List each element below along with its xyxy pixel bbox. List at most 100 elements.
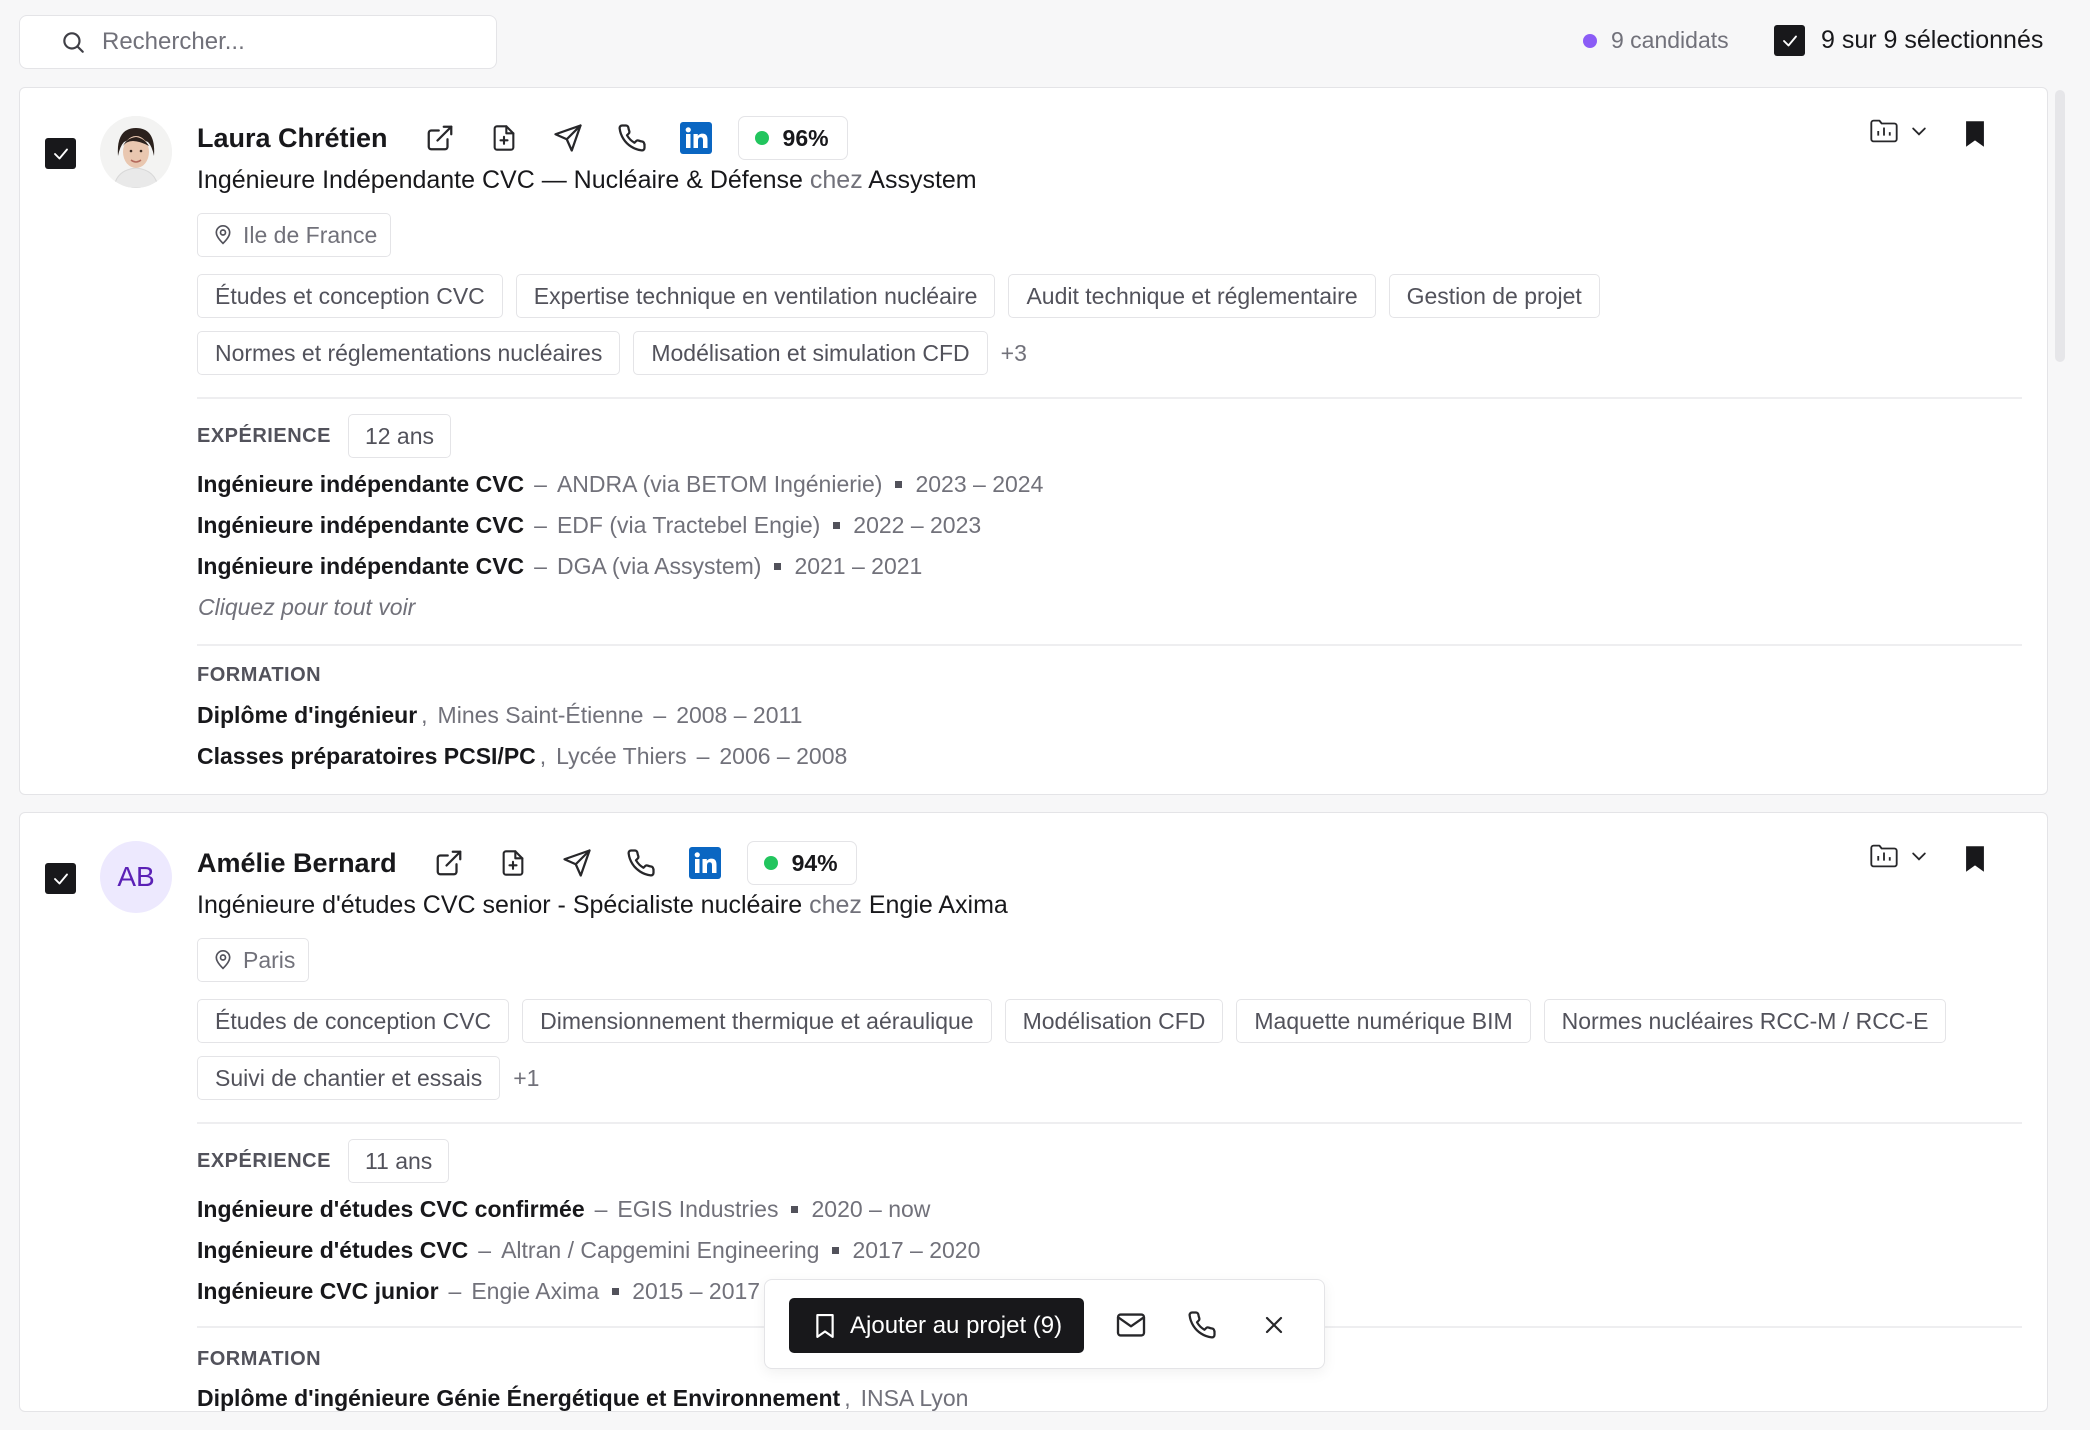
education-degree: Classes préparatoires PCSI/PC bbox=[197, 743, 536, 769]
candidate-checkbox[interactable] bbox=[45, 138, 76, 169]
experience-period: 2015 – 2017 bbox=[632, 1278, 761, 1304]
send-icon[interactable] bbox=[545, 843, 609, 883]
more-skills[interactable]: +1 bbox=[513, 1056, 539, 1100]
skill-tag: Normes nucléaires RCC-M / RCC-E bbox=[1543, 999, 1947, 1043]
external-link-icon[interactable] bbox=[417, 843, 481, 883]
education-period: 2006 – 2008 bbox=[719, 743, 848, 769]
skill-tag: Gestion de projet bbox=[1388, 274, 1600, 318]
match-score-value: 96% bbox=[782, 124, 829, 151]
candidate-name[interactable]: Amélie Bernard bbox=[197, 848, 397, 879]
check-icon bbox=[53, 148, 68, 159]
bookmark-icon[interactable] bbox=[1963, 120, 1987, 153]
education-header: FORMATION bbox=[197, 664, 321, 687]
external-link-icon[interactable] bbox=[408, 118, 472, 158]
more-skills[interactable]: +3 bbox=[1001, 331, 1027, 375]
select-all-checkbox[interactable] bbox=[1774, 25, 1805, 56]
count-dot bbox=[1583, 33, 1597, 48]
dash: – bbox=[534, 553, 547, 579]
candidate-header: Amélie Bernard 94% bbox=[197, 839, 857, 887]
candidate-count: 9 candidats bbox=[1583, 27, 1729, 54]
candidate-card[interactable]: Laura Chrétien 96% Ingénieure Indépendan… bbox=[19, 87, 2048, 795]
top-bar: 9 candidats 9 sur 9 sélectionnés bbox=[0, 0, 2090, 84]
linkedin-icon[interactable] bbox=[664, 118, 728, 158]
education-school: Lycée Thiers bbox=[556, 743, 687, 769]
experience-row: Ingénieure indépendante CVC – EDF (via T… bbox=[197, 512, 981, 539]
experience-row: Ingénieure d'études CVC – Altran / Capge… bbox=[197, 1237, 980, 1264]
candidate-name[interactable]: Laura Chrétien bbox=[197, 123, 388, 154]
comma: , bbox=[844, 1385, 851, 1411]
check-icon bbox=[1782, 35, 1797, 46]
bookmark-icon[interactable] bbox=[1963, 845, 1987, 878]
match-score-value: 94% bbox=[791, 849, 838, 876]
avatar bbox=[100, 116, 172, 188]
scrollbar-thumb[interactable] bbox=[2055, 90, 2065, 362]
experience-role: Ingénieure indépendante CVC bbox=[197, 471, 525, 497]
skill-tag: Suivi de chantier et essais bbox=[197, 1056, 501, 1100]
company-name: Engie Axima bbox=[868, 891, 1008, 919]
select-all[interactable]: 9 sur 9 sélectionnés bbox=[1774, 25, 2043, 56]
experience-period: 2022 – 2023 bbox=[853, 512, 982, 538]
skill-tags: Études et conception CVC Expertise techn… bbox=[197, 274, 1997, 375]
dash: – bbox=[653, 702, 667, 728]
education-period: 2008 – 2011 bbox=[676, 702, 803, 728]
send-icon[interactable] bbox=[536, 118, 600, 158]
skill-tag: Expertise technique en ventilation nuclé… bbox=[515, 274, 996, 318]
dash: – bbox=[534, 512, 547, 538]
separator-square bbox=[612, 1288, 620, 1295]
dash: – bbox=[478, 1237, 492, 1263]
education-header: FORMATION bbox=[197, 1348, 321, 1371]
dash: – bbox=[696, 743, 710, 769]
avatar-photo bbox=[100, 116, 172, 188]
candidate-checkbox[interactable] bbox=[45, 863, 76, 894]
close-icon[interactable] bbox=[1254, 1305, 1294, 1345]
education-degree: Diplôme d'ingénieur bbox=[197, 702, 418, 728]
separator-square bbox=[895, 481, 903, 488]
experience-period: 2017 – 2020 bbox=[852, 1237, 981, 1263]
project-folder-dropdown[interactable] bbox=[1869, 843, 1929, 869]
separator-square bbox=[832, 1247, 840, 1254]
education-school: Mines Saint-Étienne bbox=[437, 702, 644, 728]
skill-tag: Modélisation CFD bbox=[1004, 999, 1224, 1043]
experience-company: EDF (via Tractebel Engie) bbox=[556, 512, 821, 538]
experience-role: Ingénieure d'études CVC bbox=[197, 1237, 469, 1263]
experience-period: 2023 – 2024 bbox=[915, 471, 1044, 497]
education-row: Diplôme d'ingénieur , Mines Saint-Étienn… bbox=[197, 702, 802, 729]
skill-tag: Audit technique et réglementaire bbox=[1008, 274, 1376, 318]
phone-icon[interactable] bbox=[609, 843, 673, 883]
experience-years: 12 ans bbox=[347, 414, 451, 458]
see-all-link[interactable]: Cliquez pour tout voir bbox=[198, 594, 415, 621]
mail-icon[interactable] bbox=[1111, 1305, 1151, 1345]
search-input[interactable] bbox=[102, 28, 462, 56]
dash: – bbox=[448, 1278, 462, 1304]
education-row: Diplôme d'ingénieure Génie Énergétique e… bbox=[197, 1385, 968, 1411]
experience-row: Ingénieure indépendante CVC – ANDRA (via… bbox=[197, 471, 1043, 498]
education-label: FORMATION bbox=[197, 664, 322, 686]
job-title: Ingénieure d'études CVC senior - Spécial… bbox=[197, 891, 803, 919]
phone-icon[interactable] bbox=[600, 118, 664, 158]
location-badge: Ile de France bbox=[197, 213, 392, 257]
dash: – bbox=[594, 1196, 608, 1222]
skill-tag: Dimensionnement thermique et aéraulique bbox=[522, 999, 992, 1043]
separator-square bbox=[774, 563, 782, 570]
folder-chart-icon bbox=[1870, 844, 1898, 868]
match-score: 94% bbox=[746, 841, 857, 885]
score-dot bbox=[763, 856, 778, 870]
linkedin-icon[interactable] bbox=[673, 843, 737, 883]
dash: – bbox=[534, 471, 547, 497]
experience-role: Ingénieure indépendante CVC bbox=[197, 553, 525, 579]
bulk-action-bar: Ajouter au projet (9) bbox=[764, 1279, 1325, 1369]
experience-period: 2020 – now bbox=[811, 1196, 931, 1222]
add-to-project-button[interactable]: Ajouter au projet (9) bbox=[789, 1298, 1084, 1353]
skill-tag: Études et conception CVC bbox=[197, 274, 503, 318]
project-folder-dropdown[interactable] bbox=[1869, 118, 1929, 144]
experience-row: Ingénieure indépendante CVC – DGA (via A… bbox=[197, 553, 922, 580]
file-plus-icon[interactable] bbox=[481, 843, 545, 883]
chevron-down-icon bbox=[1912, 852, 1926, 861]
search-box[interactable] bbox=[19, 15, 497, 69]
at-label: chez bbox=[809, 891, 862, 919]
divider bbox=[197, 397, 2022, 399]
phone-icon[interactable] bbox=[1182, 1305, 1222, 1345]
separator-square bbox=[833, 522, 841, 529]
file-plus-icon[interactable] bbox=[472, 118, 536, 158]
check-icon bbox=[53, 873, 68, 884]
